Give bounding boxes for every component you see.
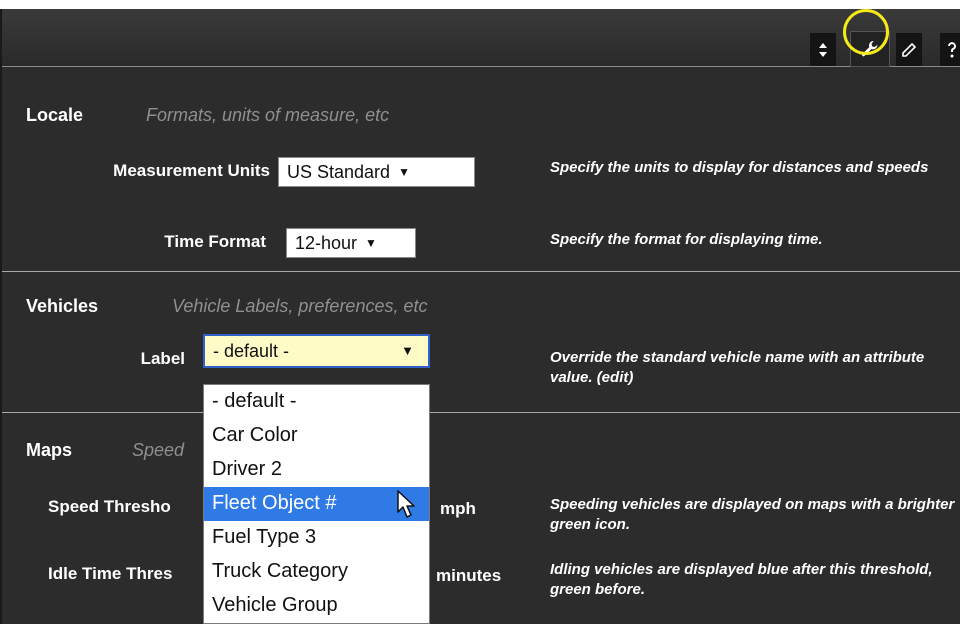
settings-button[interactable]: [850, 31, 890, 67]
measurement-units-value: US Standard: [287, 162, 391, 182]
chevron-down-icon: ▼: [401, 343, 414, 358]
option-fuel-type-3[interactable]: Fuel Type 3: [204, 521, 429, 555]
locale-section-title: Locale: [26, 105, 84, 125]
time-format-description: Specify the format for displaying time.: [550, 231, 823, 248]
app-window: Locale Formats, units of measure, etc Me…: [0, 0, 960, 624]
pencil-icon: [901, 42, 917, 58]
vehicle-label-value: - default -: [213, 341, 290, 361]
settings-panel: Locale Formats, units of measure, etc Me…: [0, 9, 960, 624]
time-format-value: 12-hour: [295, 233, 358, 253]
panel-toolbar: [2, 9, 960, 67]
option-vehicle-group[interactable]: Vehicle Group: [204, 589, 429, 623]
section-divider: [2, 412, 960, 413]
sort-button[interactable]: [810, 33, 836, 66]
vehicles-section-subtitle: Vehicle Labels, preferences, etc: [172, 296, 428, 316]
speed-threshold-unit: mph: [440, 499, 476, 518]
time-format-select[interactable]: 12-hour ▼: [286, 228, 416, 258]
section-divider: [2, 271, 960, 272]
option-fleet-object[interactable]: Fleet Object #: [204, 487, 429, 521]
vehicle-label-label: Label: [140, 349, 185, 368]
option-truck-category[interactable]: Truck Category: [204, 555, 429, 589]
vehicles-section-title: Vehicles: [26, 296, 99, 316]
chevron-down-icon: ▼: [398, 165, 410, 179]
wrench-icon: [860, 39, 880, 59]
edit-button[interactable]: [896, 33, 922, 66]
measurement-units-description: Specify the units to display for distanc…: [550, 159, 929, 176]
speed-threshold-label: Speed Thresho: [48, 497, 171, 516]
sort-icon: [818, 42, 828, 58]
idle-threshold-description: Idling vehicles are displayed blue after…: [550, 561, 933, 598]
chevron-down-icon: ▼: [365, 236, 377, 250]
option-default[interactable]: - default -: [204, 385, 429, 419]
speed-threshold-description: Speeding vehicles are displayed on maps …: [550, 496, 955, 533]
measurement-units-select[interactable]: US Standard ▼: [278, 157, 475, 187]
vehicle-label-options: - default - Car Color Driver 2 Fleet Obj…: [203, 384, 430, 624]
vehicle-label-select[interactable]: - default - ▼: [203, 334, 430, 368]
maps-section-subtitle: Speed: [132, 440, 185, 460]
measurement-units-label: Measurement Units: [113, 161, 270, 180]
locale-section-subtitle: Formats, units of measure, etc: [146, 105, 390, 125]
mouse-cursor-icon: [397, 490, 419, 525]
help-button[interactable]: [940, 33, 960, 66]
idle-threshold-unit: minutes: [436, 566, 502, 585]
option-car-color[interactable]: Car Color: [204, 419, 429, 453]
help-icon: [947, 41, 957, 59]
option-driver-2[interactable]: Driver 2: [204, 453, 429, 487]
time-format-label: Time Format: [164, 232, 266, 251]
vehicle-label-description: Override the standard vehicle name with …: [550, 349, 925, 386]
idle-threshold-label: Idle Time Thres: [48, 564, 173, 583]
maps-section-title: Maps: [26, 440, 73, 460]
